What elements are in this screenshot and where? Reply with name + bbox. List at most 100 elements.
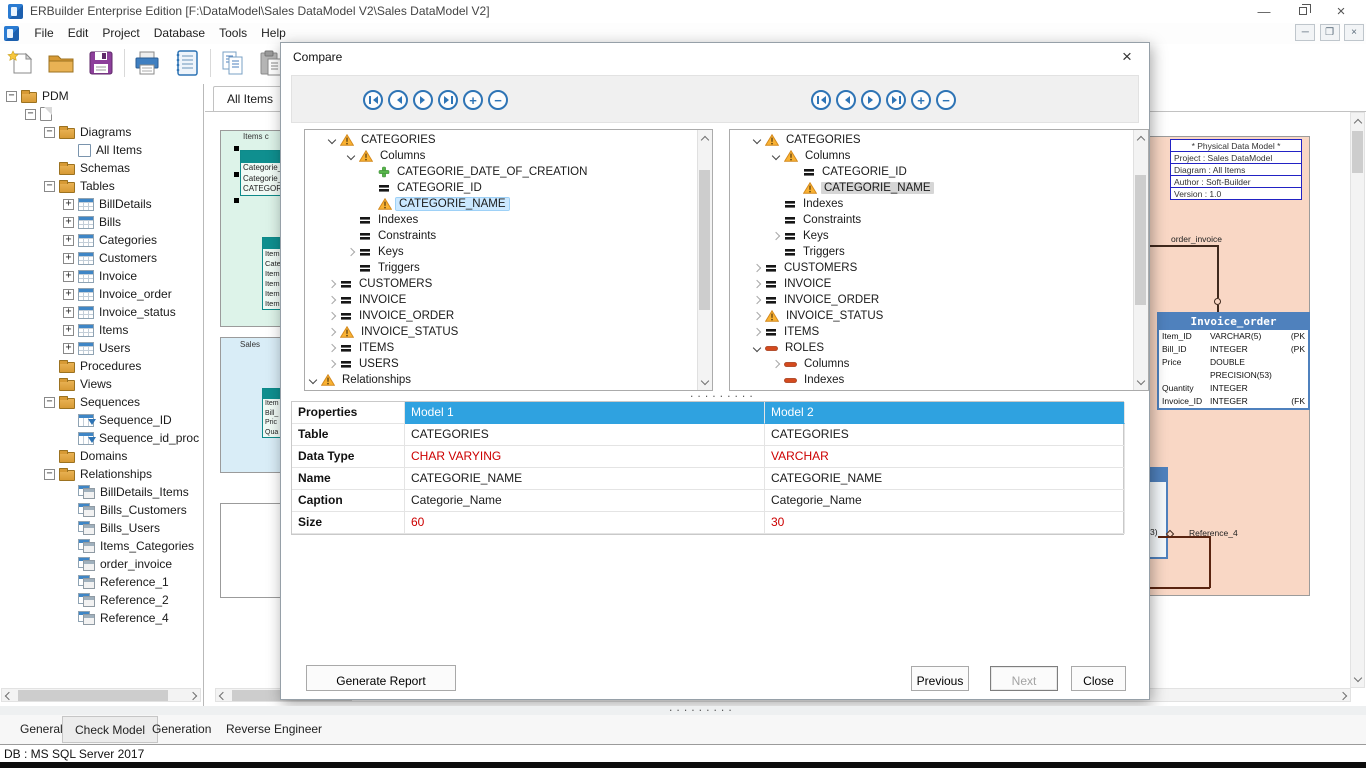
chevron-right-icon[interactable] (752, 263, 763, 274)
model2-tree-scrollbar[interactable] (1133, 130, 1148, 390)
sidebar-item-customers[interactable]: +Customers (0, 249, 203, 267)
next-difference-button[interactable] (861, 90, 881, 110)
compare-tree-item[interactable]: Columns (305, 148, 712, 164)
compare-tree-item[interactable]: CATEGORIE_NAME (305, 196, 712, 212)
scroll-left-icon[interactable] (219, 692, 227, 700)
sidebar-item-domains[interactable]: Domains (0, 447, 203, 465)
compare-tree-item[interactable]: Keys (305, 244, 712, 260)
sidebar-item-pdm[interactable]: −PDM (0, 87, 203, 105)
chevron-right-icon[interactable] (771, 359, 782, 370)
chevron-down-icon[interactable] (308, 375, 319, 386)
scrollbar-thumb[interactable] (18, 690, 168, 701)
bottom-tab-generation[interactable]: Generation (140, 716, 223, 743)
expand-box-icon[interactable]: + (63, 253, 74, 264)
sidebar-item-items_categories[interactable]: Items_Categories (0, 537, 203, 555)
expand-box-icon[interactable]: + (63, 199, 74, 210)
compare-tree-item[interactable]: CATEGORIES (305, 132, 712, 148)
restore-button[interactable] (1287, 0, 1321, 23)
chevron-right-icon[interactable] (327, 295, 338, 306)
first-difference-button[interactable] (363, 90, 383, 110)
invoice-order-table-shape[interactable]: Invoice_order Item_IDVARCHAR(5)(PK Bill_… (1157, 312, 1310, 410)
dialog-close-button[interactable]: × (1115, 45, 1139, 69)
chevron-right-icon[interactable] (327, 343, 338, 354)
expand-difference-button[interactable]: + (463, 90, 483, 110)
diagram-tab-all-items[interactable]: All Items (213, 86, 287, 111)
model1-tree-scrollbar[interactable] (697, 130, 712, 390)
collapse-box-icon[interactable]: − (44, 127, 55, 138)
collapse-box-icon[interactable]: − (44, 469, 55, 480)
sidebar-item-billdetails[interactable]: +BillDetails (0, 195, 203, 213)
expand-box-icon[interactable]: + (63, 217, 74, 228)
menu-tools[interactable]: Tools (212, 23, 254, 43)
chevron-right-icon[interactable] (327, 327, 338, 338)
chevron-right-icon[interactable] (327, 311, 338, 322)
chevron-right-icon[interactable] (752, 311, 763, 322)
selection-handle[interactable] (234, 146, 239, 151)
grid-row-caption[interactable]: Caption Categorie_Name Categorie_Name (292, 490, 1123, 512)
copy-icon[interactable] (218, 48, 248, 78)
scroll-down-icon[interactable] (1354, 675, 1362, 683)
collapse-box-icon[interactable]: − (25, 109, 36, 120)
relationship-line[interactable] (1158, 536, 1210, 538)
canvas-vertical-scrollbar[interactable] (1350, 112, 1365, 688)
compare-tree-item[interactable]: INVOICE_STATUS (730, 308, 1148, 324)
expand-box-icon[interactable]: + (63, 307, 74, 318)
expand-box-icon[interactable]: + (63, 271, 74, 282)
menu-help[interactable]: Help (254, 23, 293, 43)
compare-tree-item[interactable]: ITEMS (730, 324, 1148, 340)
scroll-down-icon[interactable] (701, 378, 709, 386)
compare-tree-item[interactable]: ITEMS (305, 340, 712, 356)
expand-box-icon[interactable]: + (63, 343, 74, 354)
relationship-line[interactable] (1209, 536, 1211, 588)
collapse-difference-button[interactable]: − (936, 90, 956, 110)
sidebar-item-invoice_order[interactable]: +Invoice_order (0, 285, 203, 303)
compare-tree-item[interactable]: ROLES (730, 340, 1148, 356)
mdi-minimize-button[interactable]: ─ (1295, 24, 1315, 41)
selection-handle[interactable] (234, 198, 239, 203)
compare-tree-item[interactable]: INVOICE_ORDER (730, 292, 1148, 308)
splitter-handle[interactable]: ......... (668, 704, 735, 714)
menu-project[interactable]: Project (95, 23, 146, 43)
chevron-down-icon[interactable] (346, 151, 357, 162)
menu-database[interactable]: Database (147, 23, 212, 43)
report-icon[interactable] (172, 48, 202, 78)
open-folder-icon[interactable] (46, 48, 76, 78)
sidebar-item-bills_users[interactable]: Bills_Users (0, 519, 203, 537)
compare-tree-item[interactable]: INVOICE_ORDER (305, 308, 712, 324)
generate-report-button[interactable]: Generate Report (306, 665, 456, 691)
compare-tree-item[interactable]: CATEGORIE_ID (305, 180, 712, 196)
sidebar-item-invoice_status[interactable]: +Invoice_status (0, 303, 203, 321)
sidebar-item-reference_2[interactable]: Reference_2 (0, 591, 203, 609)
sidebar-item-all items[interactable]: All Items (0, 141, 203, 159)
expand-difference-button[interactable]: + (911, 90, 931, 110)
scroll-up-icon[interactable] (701, 134, 709, 142)
expand-box-icon[interactable]: + (63, 289, 74, 300)
grid-row-size[interactable]: Size 60 30 (292, 512, 1123, 534)
sidebar-item-billdetails_items[interactable]: BillDetails_Items (0, 483, 203, 501)
sidebar-item-reference_1[interactable]: Reference_1 (0, 573, 203, 591)
sidebar-item-invoice[interactable]: +Invoice (0, 267, 203, 285)
compare-tree-item[interactable]: INVOICE_STATUS (305, 324, 712, 340)
save-icon[interactable] (86, 48, 116, 78)
compare-tree-item[interactable]: CATEGORIE_NAME (730, 180, 1148, 196)
collapse-box-icon[interactable]: − (44, 181, 55, 192)
compare-tree-item[interactable]: Triggers (305, 260, 712, 276)
scrollbar-thumb[interactable] (1352, 131, 1363, 173)
scrollbar-thumb[interactable] (1135, 175, 1146, 305)
sidebar-item-users[interactable]: +Users (0, 339, 203, 357)
sidebar-item-bills_customers[interactable]: Bills_Customers (0, 501, 203, 519)
chevron-right-icon[interactable] (752, 327, 763, 338)
compare-tree-item[interactable]: Relationships (305, 372, 712, 388)
sidebar-item-diagrams[interactable]: −Diagrams (0, 123, 203, 141)
sidebar-item-sequences[interactable]: −Sequences (0, 393, 203, 411)
chevron-right-icon[interactable] (771, 231, 782, 242)
compare-tree-item[interactable]: Indexes (730, 372, 1148, 388)
close-dialog-button[interactable]: Close (1071, 666, 1126, 691)
grid-row-table[interactable]: Table CATEGORIES CATEGORIES (292, 424, 1123, 446)
chevron-right-icon[interactable] (327, 279, 338, 290)
compare-tree-item[interactable]: Triggers (730, 244, 1148, 260)
scroll-up-icon[interactable] (1354, 117, 1362, 125)
compare-tree-item[interactable]: Indexes (730, 196, 1148, 212)
new-file-icon[interactable] (6, 48, 36, 78)
sidebar-item-schemas[interactable]: Schemas (0, 159, 203, 177)
